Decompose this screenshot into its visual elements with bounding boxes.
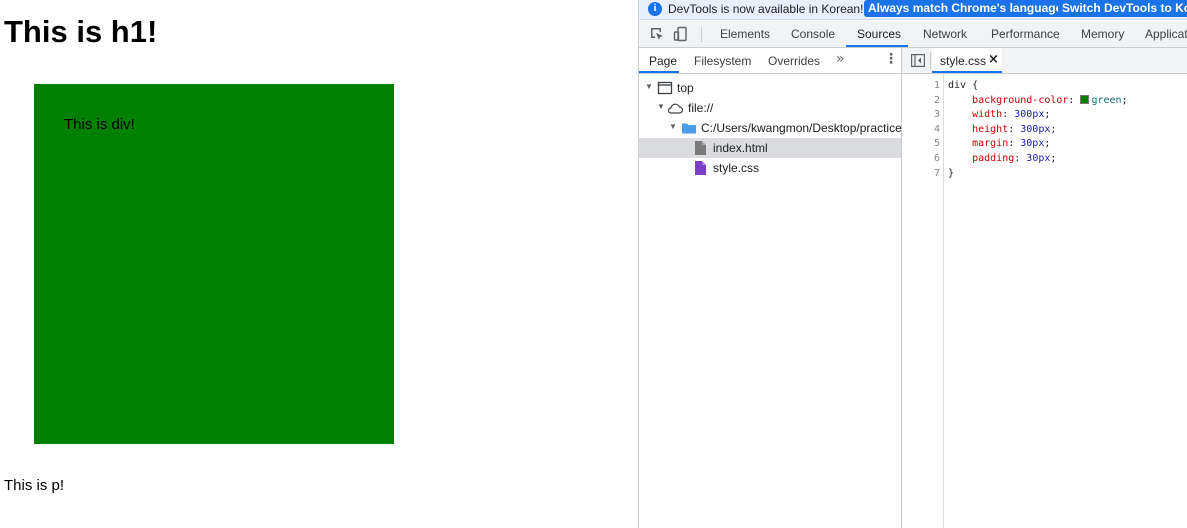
devtools-panel: i DevTools is now available in Korean! A… [638, 0, 1187, 528]
more-tabs-icon[interactable]: » [836, 51, 845, 67]
css-property: width [972, 109, 1003, 121]
tab-performance[interactable]: Performance [991, 27, 1060, 41]
cloud-icon [667, 103, 683, 114]
line-number: 6 [933, 153, 940, 164]
tree-item-folder[interactable]: ▼ C:/Users/kwangmon/Desktop/practice [639, 118, 902, 138]
line-number-gutter: 1 2 3 4 5 6 7 [902, 74, 944, 528]
editor-tab-style-css[interactable]: style.css × [932, 48, 1002, 73]
tab-memory[interactable]: Memory [1081, 27, 1124, 41]
expand-arrow-icon[interactable]: ▼ [645, 82, 653, 91]
switch-language-button[interactable]: Switch DevTools to Korean [1058, 0, 1187, 17]
code-line: div { [948, 79, 978, 94]
code-line: margin: 30px; [972, 138, 1051, 150]
page-heading: This is h1! [4, 14, 158, 49]
editor-tab-separator [930, 52, 931, 69]
editor-tab-label: style.css [940, 54, 987, 68]
css-property: margin [972, 138, 1009, 150]
editor-tabbar: style.css × [902, 48, 1187, 74]
folder-icon [682, 123, 696, 134]
close-brace: } [948, 167, 955, 179]
inspect-element-icon[interactable] [649, 26, 665, 42]
navigator-tabs: Page Filesystem Overrides » ⋮ [639, 48, 901, 74]
code-line: } [948, 167, 954, 182]
css-selector: div [948, 80, 967, 91]
tab-console[interactable]: Console [791, 27, 835, 41]
green-div: This is div! [34, 84, 394, 444]
tab-elements[interactable]: Elements [720, 27, 770, 41]
tab-application[interactable]: Application [1145, 27, 1187, 41]
tree-item-top[interactable]: ▼ top [639, 78, 901, 98]
tree-item-label: style.css [713, 161, 760, 175]
code-editor: style.css × 1 2 3 4 5 6 7 div { backgrou… [902, 48, 1187, 528]
code-line: padding: 30px; [972, 153, 1057, 164]
line-number: 1 [933, 80, 940, 91]
line-number: 5 [933, 138, 940, 150]
tree-item-label: file:// [688, 101, 714, 115]
code-line: background-color: green; [972, 94, 1128, 106]
toggle-navigator-icon[interactable] [911, 54, 925, 67]
css-value: 300px [1020, 123, 1051, 135]
main-tabbar: Elements Console Sources Network Perform… [639, 21, 1187, 48]
css-value: 300px [1014, 109, 1045, 121]
css-value: 30px [1020, 138, 1045, 150]
tab-page[interactable]: Page [649, 54, 677, 68]
frame-icon [657, 81, 673, 95]
info-icon: i [648, 2, 662, 16]
tab-filesystem[interactable]: Filesystem [694, 54, 751, 68]
css-value: green [1091, 94, 1122, 106]
tree-item-label: top [677, 81, 694, 95]
tab-overrides[interactable]: Overrides [768, 54, 820, 68]
css-property: background-color [972, 94, 1069, 106]
css-property: padding [972, 153, 1015, 164]
tree-item-label: index.html [713, 141, 768, 155]
expand-arrow-icon[interactable]: ▼ [669, 122, 677, 131]
tree-item-label: C:/Users/kwangmon/Desktop/practice [701, 121, 902, 135]
active-subtab-indicator [639, 71, 679, 73]
tab-sources[interactable]: Sources [857, 27, 901, 41]
code-line: height: 300px; [972, 123, 1057, 135]
infobar-message: DevTools is now available in Korean! [668, 2, 864, 16]
page-viewport: This is h1! This is div! This is p! [0, 0, 638, 528]
always-match-language-button[interactable]: Always match Chrome's language [864, 0, 1067, 17]
language-infobar: i DevTools is now available in Korean! A… [639, 0, 1187, 20]
tree-item-file[interactable]: ▼ file:// [639, 98, 901, 118]
tab-network[interactable]: Network [923, 27, 967, 41]
line-number: 7 [933, 167, 940, 179]
active-editor-tab-indicator [932, 71, 1002, 73]
css-value: 30px [1026, 153, 1051, 164]
document-icon [695, 141, 706, 155]
code-line: width: 300px; [972, 109, 1051, 121]
line-number: 2 [933, 94, 940, 106]
css-property: height [972, 123, 1009, 135]
tree-item-style-css[interactable]: style.css [639, 158, 901, 178]
device-toolbar-icon[interactable] [673, 26, 689, 42]
line-number: 3 [933, 109, 940, 121]
sources-navigator: Page Filesystem Overrides » ⋮ ▼ top ▼ fi… [639, 48, 902, 528]
expand-arrow-icon[interactable]: ▼ [657, 102, 665, 111]
color-swatch-icon[interactable] [1080, 94, 1090, 104]
toolbar-separator [701, 27, 702, 42]
tree-item-index-html[interactable]: index.html [639, 138, 901, 158]
more-options-icon[interactable]: ⋮ [884, 51, 898, 67]
stylesheet-icon [695, 161, 706, 175]
active-tab-indicator [846, 45, 908, 47]
div-text: This is div! [64, 116, 135, 133]
page-paragraph: This is p! [4, 477, 65, 494]
close-icon[interactable]: × [988, 52, 999, 67]
open-brace: { [972, 80, 979, 91]
line-number: 4 [933, 123, 940, 135]
